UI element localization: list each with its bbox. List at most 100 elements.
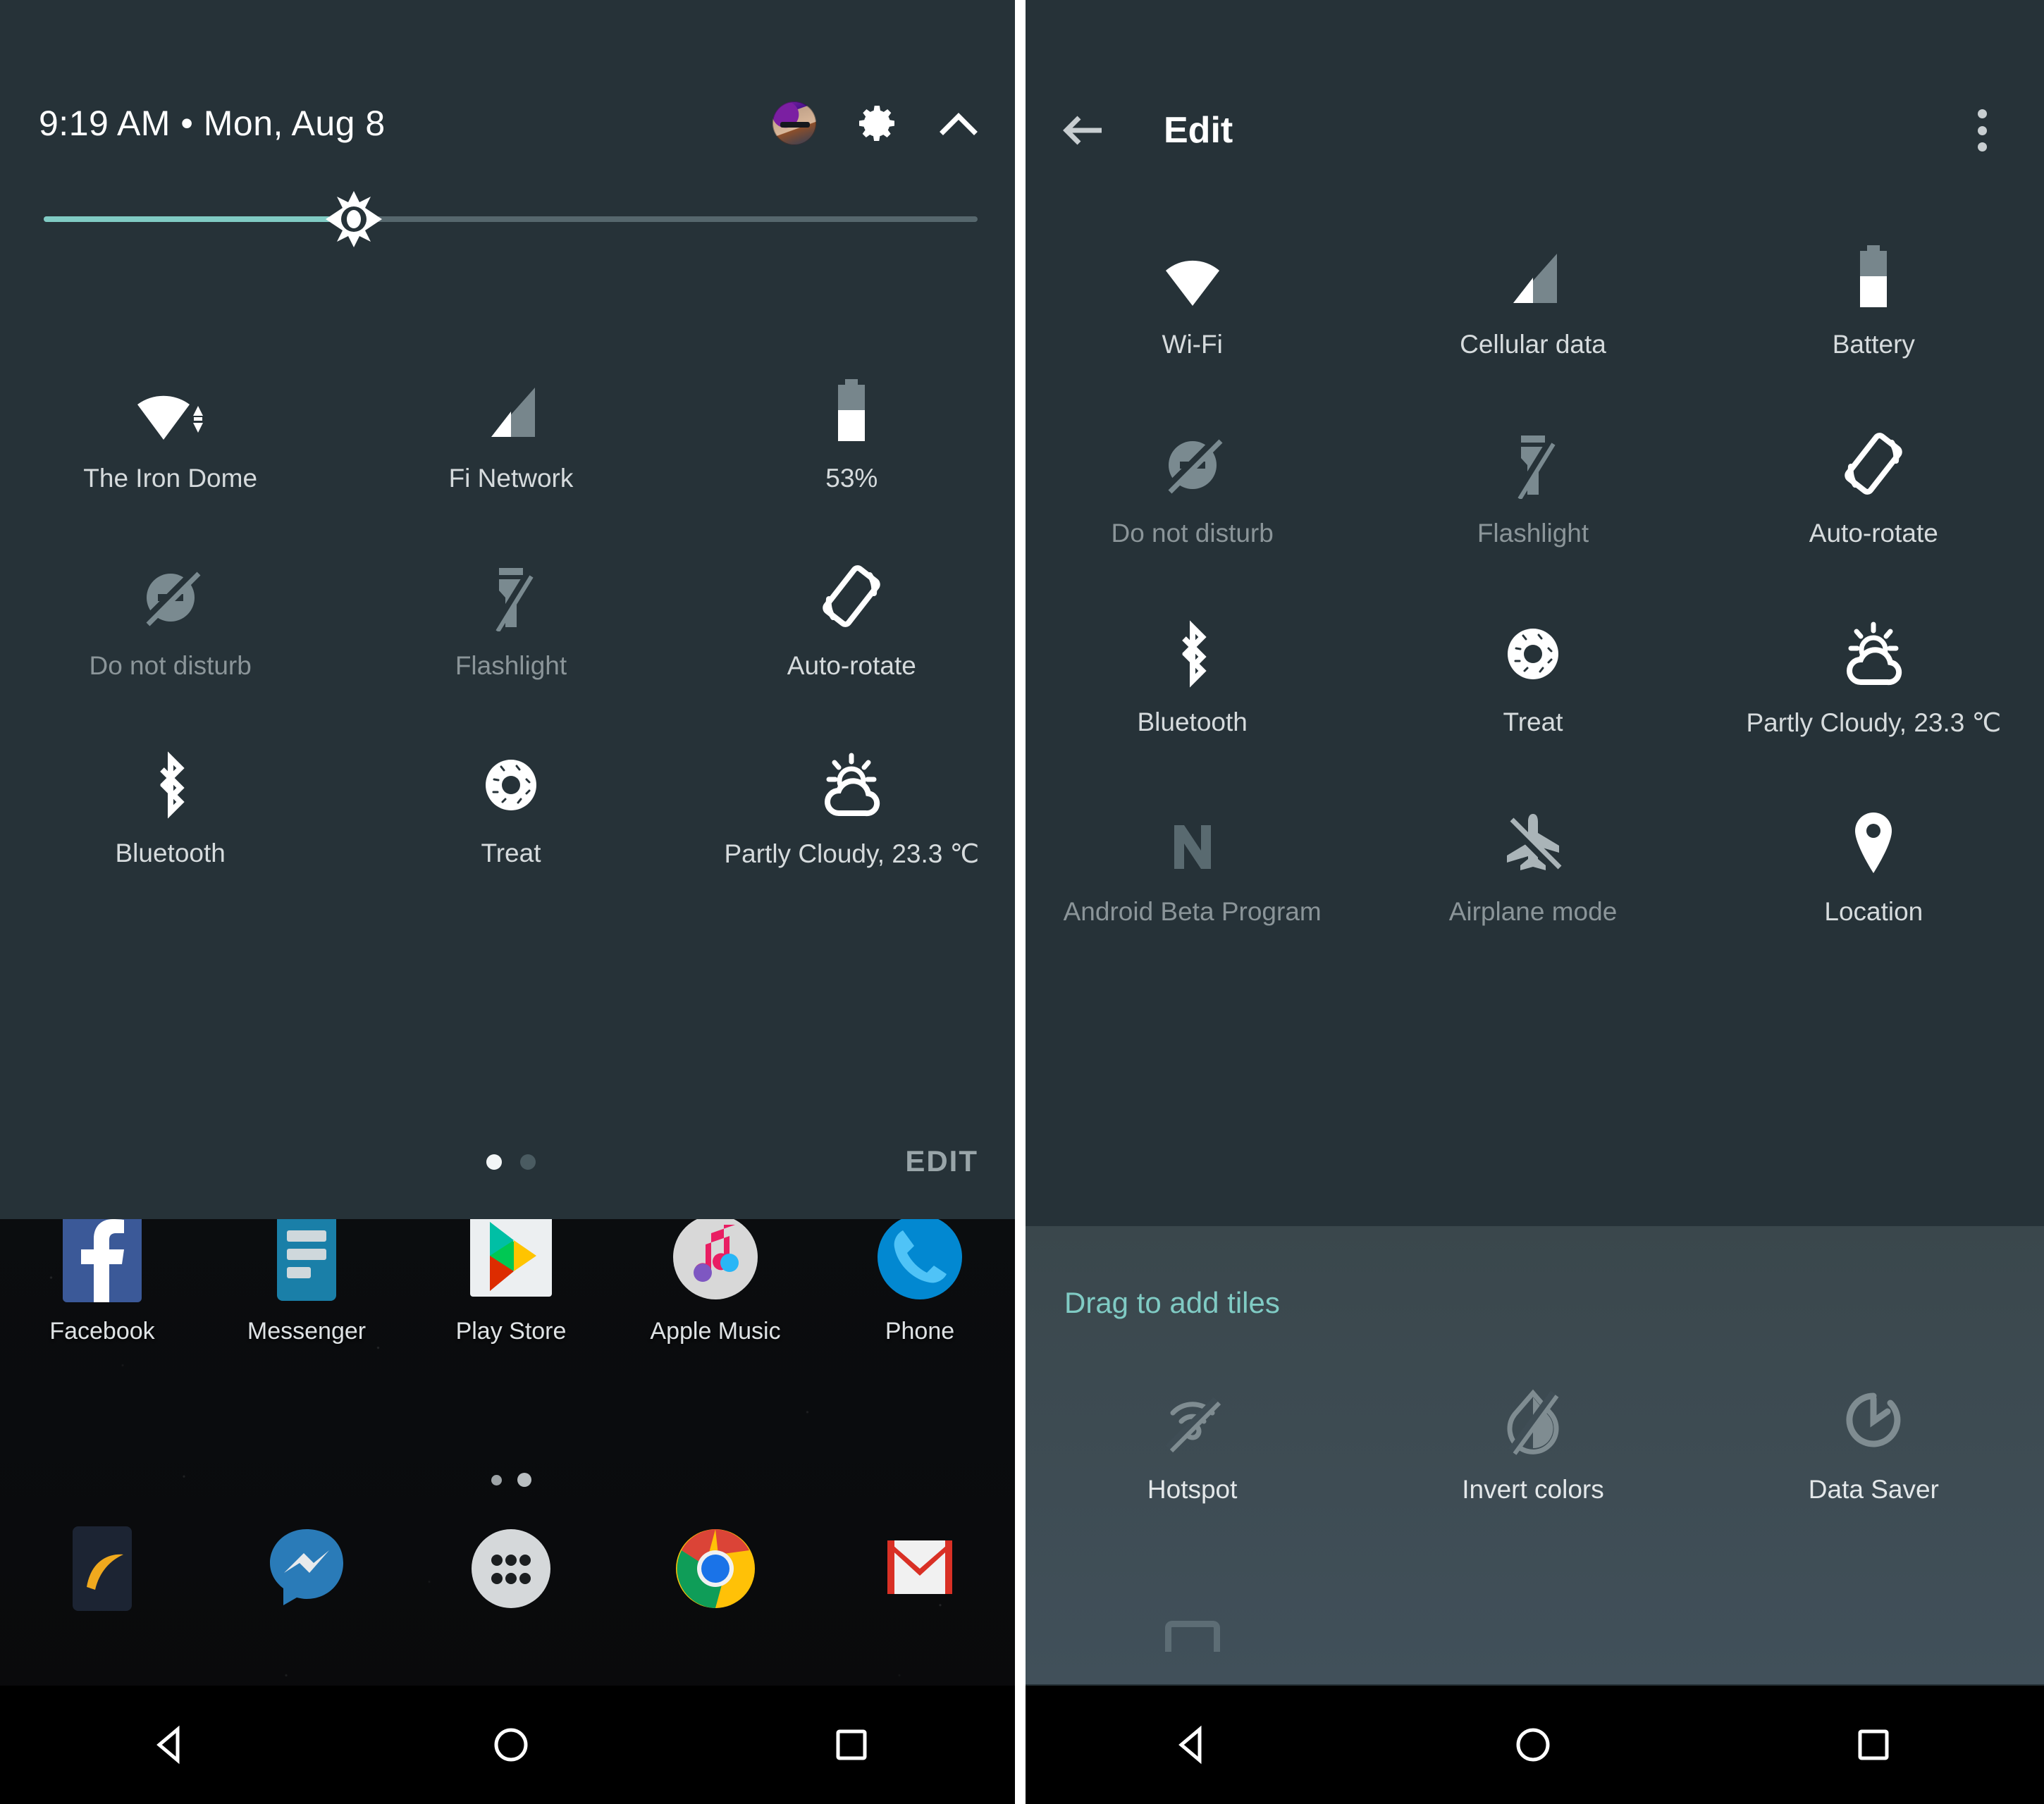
tile-auto-rotate[interactable]: Auto-rotate [682, 554, 1015, 681]
facebook-icon [57, 1219, 147, 1302]
dock-gmail[interactable] [818, 1522, 1015, 1615]
more-dot [1977, 125, 1987, 135]
navigation-bar [1022, 1686, 2044, 1804]
edit-tile-do-not-disturb[interactable]: Do not disturb [1022, 421, 1362, 548]
back-triangle-icon[interactable] [1140, 1686, 1245, 1804]
auto-rotate-icon [1838, 421, 1909, 499]
recents-square-icon[interactable] [799, 1686, 904, 1804]
edit-tile-airplane-mode[interactable]: Airplane mode [1362, 800, 1703, 927]
tile-label: Invert colors [1462, 1475, 1604, 1504]
tile-wifi[interactable]: The Iron Dome [0, 366, 340, 493]
invert-colors-off-icon [1505, 1378, 1561, 1455]
tile-battery[interactable]: 53% [682, 366, 1015, 493]
tile-row: Bluetooth Treat Partly Cloudy, 23.3 ℃ [1022, 610, 2044, 738]
left-screen-quick-settings: Facebook Messenger Play Store Apple Musi… [0, 0, 1022, 1804]
quick-settings-shade: 9:19 AM • Mon, Aug 8 The Iron Dome Fi Ne… [0, 0, 1015, 1219]
flashlight-off-icon [1508, 421, 1558, 499]
brightness-thumb[interactable] [326, 191, 383, 247]
tile-do-not-disturb[interactable]: Do not disturb [0, 554, 340, 681]
page-title: Edit [1164, 110, 1233, 151]
gear-icon[interactable] [856, 101, 899, 145]
home-page-dot-active[interactable] [517, 1473, 531, 1487]
app-apple-music[interactable]: Apple Music [613, 1219, 818, 1345]
edit-button[interactable]: EDIT [905, 1144, 978, 1178]
panel-divider [1018, 0, 1026, 1804]
screenshot-root: Facebook Messenger Play Store Apple Musi… [0, 0, 2044, 1804]
dock-app-drawer[interactable] [409, 1522, 613, 1615]
app-phone[interactable]: Phone [818, 1219, 1015, 1345]
partial-tile-row [1022, 1621, 2044, 1652]
tile-cellular-data[interactable]: Fi Network [340, 366, 681, 493]
apple-music-icon [670, 1219, 761, 1302]
arrow-back-icon[interactable] [1061, 108, 1106, 153]
edit-tile-android-beta-program[interactable]: Android Beta Program [1022, 800, 1362, 927]
add-tile-hotspot[interactable]: Hotspot [1022, 1378, 1362, 1505]
qs-page-dot-active[interactable] [486, 1154, 502, 1170]
add-zone-title: Drag to add tiles [1064, 1286, 1280, 1319]
drag-to-add-tiles-zone: Drag to add tiles Hotspot Invert colors … [1022, 1226, 2044, 1684]
tile-label: Android Beta Program [1063, 897, 1322, 926]
edit-tile-weather[interactable]: Partly Cloudy, 23.3 ℃ [1704, 610, 2044, 738]
edit-app-bar: Edit [1022, 85, 2044, 176]
edit-tile-cellular-data[interactable]: Cellular data [1362, 233, 1703, 359]
tile-label: Auto-rotate [1809, 519, 1938, 548]
bluetooth-icon [1170, 610, 1215, 688]
tile-flashlight[interactable]: Flashlight [340, 554, 681, 681]
messenger-icon [261, 1219, 352, 1302]
edit-tile-location[interactable]: Location [1704, 800, 2044, 927]
gmail-icon [873, 1522, 966, 1615]
edit-tile-battery[interactable]: Battery [1704, 233, 2044, 359]
tile-row: Do not disturb Flashlight Auto-rotate [1022, 421, 2044, 548]
qs-page-dot[interactable] [520, 1154, 536, 1170]
tile-row: Bluetooth Treat Partly Cloudy, 23.3 ℃ [0, 741, 1015, 869]
tile-label: The Iron Dome [83, 464, 258, 493]
tile-label: Data Saver [1808, 1475, 1939, 1504]
recents-square-icon[interactable] [1821, 1686, 1926, 1804]
tile-label: Bluetooth [115, 839, 226, 867]
add-tile-invert-colors[interactable]: Invert colors [1362, 1378, 1703, 1505]
edit-tile-auto-rotate[interactable]: Auto-rotate [1704, 421, 2044, 548]
home-page-dot[interactable] [491, 1474, 502, 1485]
partial-tile-slot[interactable] [1022, 1621, 1362, 1652]
home-app-row: Facebook Messenger Play Store Apple Musi… [0, 1219, 1015, 1345]
back-triangle-icon[interactable] [118, 1686, 223, 1804]
dock-nova-launcher[interactable] [0, 1522, 204, 1615]
tile-label: Partly Cloudy, 23.3 ℃ [724, 839, 980, 868]
edit-tile-flashlight[interactable]: Flashlight [1362, 421, 1703, 548]
navigation-bar [0, 1686, 1015, 1804]
tile-weather[interactable]: Partly Cloudy, 23.3 ℃ [682, 741, 1015, 869]
do-not-disturb-off-icon [137, 554, 204, 631]
tile-label: Location [1824, 897, 1923, 926]
battery-icon [1849, 233, 1898, 310]
home-circle-icon[interactable] [1480, 1686, 1586, 1804]
app-facebook[interactable]: Facebook [0, 1219, 204, 1345]
tile-bluetooth[interactable]: Bluetooth [0, 741, 340, 869]
tile-label: Flashlight [455, 651, 567, 680]
add-tile-data-saver[interactable]: Data Saver [1704, 1378, 2044, 1505]
status-bar: 9:19 AM • Mon, Aug 8 [0, 85, 1015, 162]
brightness-slider[interactable] [44, 191, 978, 247]
dock-chrome[interactable] [613, 1522, 818, 1615]
app-messenger[interactable]: Messenger [204, 1219, 409, 1345]
app-label: Facebook [49, 1318, 155, 1345]
home-circle-icon[interactable] [458, 1686, 564, 1804]
more-vert-icon[interactable] [1962, 105, 2002, 156]
tile-label: Fi Network [448, 464, 574, 493]
available-tile-grid: Hotspot Invert colors Data Saver [1022, 1378, 2044, 1505]
android-n-icon [1159, 800, 1226, 877]
more-dot [1977, 142, 1987, 152]
dock-messenger[interactable] [204, 1522, 409, 1615]
edit-tile-wifi[interactable]: Wi-Fi [1022, 233, 1362, 359]
clock-date: 9:19 AM • Mon, Aug 8 [39, 104, 386, 143]
app-play-store[interactable]: Play Store [409, 1219, 613, 1345]
chevron-up-icon[interactable] [939, 109, 978, 137]
do-not-disturb-off-icon [1159, 421, 1226, 499]
bluetooth-icon [148, 741, 193, 819]
tile-treat[interactable]: Treat [340, 741, 681, 869]
tile-label: Treat [481, 839, 541, 867]
edit-tile-treat[interactable]: Treat [1362, 610, 1703, 738]
edit-tile-bluetooth[interactable]: Bluetooth [1022, 610, 1362, 738]
home-dock [0, 1522, 1015, 1615]
tile-row: Android Beta Program Airplane mode Locat… [1022, 800, 2044, 927]
user-avatar[interactable] [772, 101, 816, 145]
